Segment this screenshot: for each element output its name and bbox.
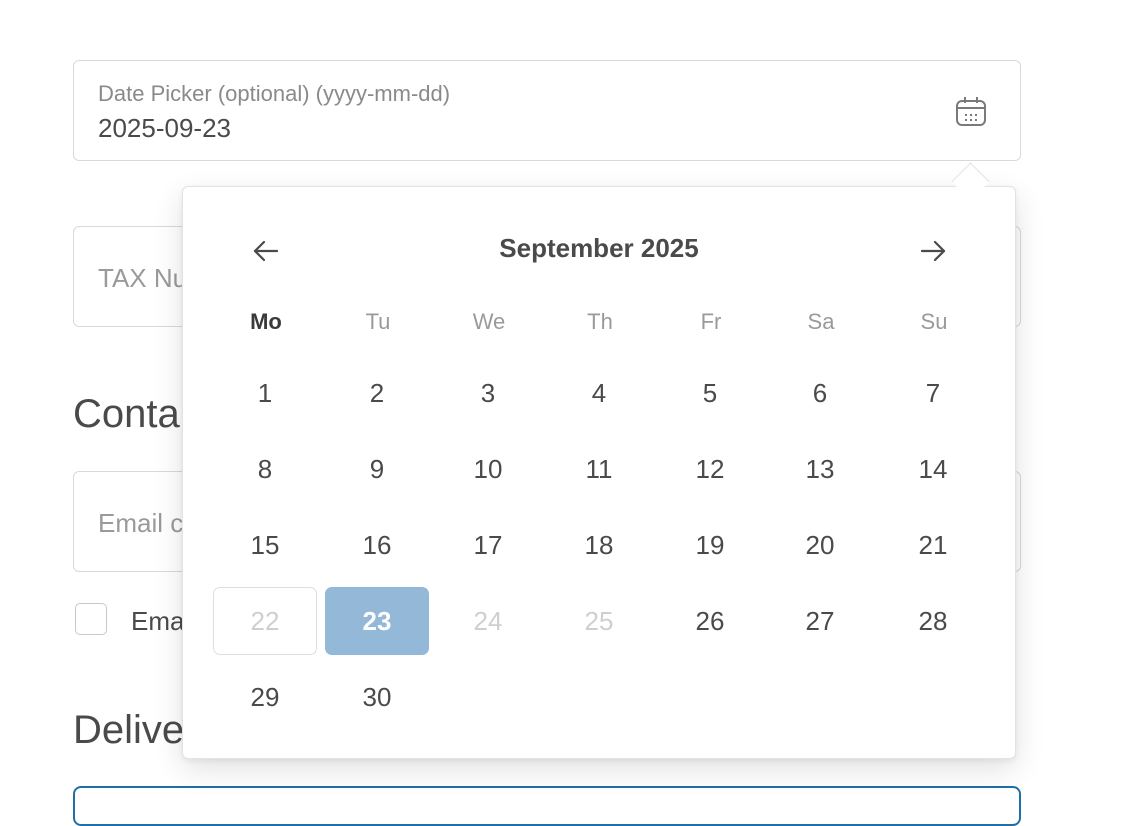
day-7[interactable]: 7 bbox=[881, 359, 985, 427]
day-10[interactable]: 10 bbox=[436, 435, 540, 503]
arrow-right-icon bbox=[920, 240, 946, 262]
calendar-popover: September 2025 Mo Tu We Th Fr Sa Su 1234567891… bbox=[182, 186, 1016, 759]
day-19[interactable]: 19 bbox=[658, 511, 762, 579]
weekday-fr: Fr bbox=[700, 309, 722, 334]
day-29[interactable]: 29 bbox=[213, 663, 317, 731]
day-24: 24 bbox=[473, 605, 503, 636]
weekday-mo: Mo bbox=[250, 309, 282, 334]
day-2[interactable]: 2 bbox=[325, 359, 429, 427]
day-1[interactable]: 1 bbox=[213, 359, 317, 427]
day-27[interactable]: 27 bbox=[768, 587, 872, 655]
date-picker-field[interactable]: Date Picker (optional) (yyyy-mm-dd) 2025… bbox=[73, 60, 1021, 161]
date-picker-value[interactable]: 2025-09-23 bbox=[98, 113, 231, 144]
contact-section-heading: Conta bbox=[73, 392, 180, 436]
email-checkbox-label: Ema bbox=[131, 606, 185, 636]
next-month-button[interactable] bbox=[913, 231, 953, 271]
calendar-icon[interactable] bbox=[954, 95, 988, 129]
day-17[interactable]: 17 bbox=[436, 511, 540, 579]
day-25: 25 bbox=[584, 605, 614, 636]
day-23[interactable]: 23 bbox=[325, 587, 429, 655]
day-30[interactable]: 30 bbox=[325, 663, 429, 731]
weekday-tu: Tu bbox=[365, 309, 391, 334]
day-6[interactable]: 6 bbox=[768, 359, 872, 427]
day-21[interactable]: 21 bbox=[881, 511, 985, 579]
weekday-th: Th bbox=[587, 309, 613, 334]
day-9[interactable]: 9 bbox=[325, 435, 429, 503]
weekday-sa: Sa bbox=[807, 309, 835, 334]
day-4[interactable]: 4 bbox=[547, 359, 651, 427]
day-26[interactable]: 26 bbox=[658, 587, 762, 655]
day-12[interactable]: 12 bbox=[658, 435, 762, 503]
day-18[interactable]: 18 bbox=[547, 511, 651, 579]
month-title: September 2025 bbox=[499, 233, 699, 263]
day-5[interactable]: 5 bbox=[658, 359, 762, 427]
day-20[interactable]: 20 bbox=[768, 511, 872, 579]
weekday-su: Su bbox=[920, 309, 948, 334]
day-13[interactable]: 13 bbox=[768, 435, 872, 503]
weekday-we: We bbox=[472, 309, 506, 334]
day-15[interactable]: 15 bbox=[213, 511, 317, 579]
day-11[interactable]: 11 bbox=[547, 435, 651, 503]
day-28[interactable]: 28 bbox=[881, 587, 985, 655]
delivery-section-heading: Delive bbox=[73, 708, 185, 752]
day-8[interactable]: 8 bbox=[213, 435, 317, 503]
date-picker-label: Date Picker (optional) (yyyy-mm-dd) bbox=[98, 81, 451, 106]
email-placeholder: Email c bbox=[98, 508, 184, 538]
day-22: 22 bbox=[213, 587, 317, 655]
day-16[interactable]: 16 bbox=[325, 511, 429, 579]
day-3[interactable]: 3 bbox=[436, 359, 540, 427]
delivery-field[interactable] bbox=[73, 786, 1021, 826]
email-checkbox[interactable] bbox=[75, 603, 107, 635]
day-14[interactable]: 14 bbox=[881, 435, 985, 503]
tax-number-placeholder: TAX Nu bbox=[98, 263, 188, 293]
